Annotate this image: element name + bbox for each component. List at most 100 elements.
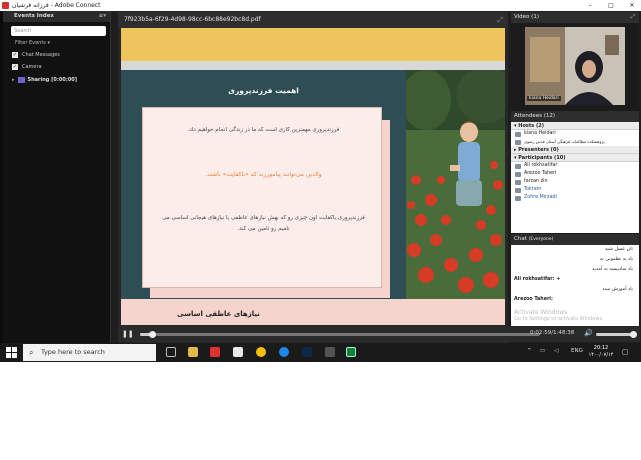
sharing-label: Sharing [0:00:00] xyxy=(27,77,78,83)
video-pod: Video (1) ⤢ kiana Heidari xyxy=(511,12,639,110)
app-icon[interactable] xyxy=(325,347,335,357)
chat-scope: (Everyone) xyxy=(528,237,554,242)
edge-icon[interactable] xyxy=(279,347,289,357)
attendee-row[interactable]: Zohre Mirzadi xyxy=(511,194,639,202)
attendees-list: ▾ Hosts (2) kiana Heidari پژوهشکده مطالع… xyxy=(511,122,639,233)
maximize-button[interactable]: □ xyxy=(604,0,618,11)
chrome-icon[interactable] xyxy=(256,347,266,357)
content-card xyxy=(142,107,382,288)
minimize-button[interactable]: – xyxy=(583,0,597,11)
acrobat-icon[interactable] xyxy=(210,347,220,357)
attendee-name: Zohre Mirzadi xyxy=(524,195,557,200)
chat-message: باد آموزش ببیند xyxy=(602,287,633,292)
notification-icon[interactable]: ▢ xyxy=(622,348,629,356)
windows-taskbar: ⌕ Type here to search ^ ▭ ◁ ENG 20:12 ۱۴… xyxy=(0,343,641,362)
attendee-name: farzan zin xyxy=(524,179,548,184)
windows-start-icon[interactable] xyxy=(6,347,17,358)
chat-message: Arezoo Taheri: xyxy=(514,297,553,302)
person-icon xyxy=(515,187,521,193)
taskbar-search-input[interactable]: ⌕ Type here to search xyxy=(23,344,156,361)
chat-messages-checkbox[interactable]: ✓ Chat Messages xyxy=(12,52,110,58)
slide-title: اهمیت فرزندپروری xyxy=(228,86,299,95)
attendee-row[interactable]: پژوهشکده مطالعات فرهنگی آستان قدس رضوی xyxy=(511,138,639,146)
video-pod-header: Video (1) ⤢ xyxy=(511,12,639,23)
playback-seek-bar[interactable] xyxy=(140,331,540,338)
adobe-connect-icon xyxy=(2,2,9,9)
person-icon xyxy=(515,139,521,145)
person-icon xyxy=(515,131,521,137)
events-index-pane: Events Index ≡▾ Search Filter Events ▾ ✓… xyxy=(3,11,111,343)
window-titlebar: فرزانه فرشیان - Adobe Connect – □ ✕ xyxy=(0,0,641,11)
person-icon xyxy=(515,171,521,177)
search-icon: ⌕ xyxy=(29,348,34,357)
attendee-row[interactable]: farzan zin xyxy=(511,178,639,186)
attendee-row[interactable]: Arezoo Taheri xyxy=(511,170,639,178)
hosts-section[interactable]: ▾ Hosts (2) xyxy=(511,122,639,130)
events-search-input[interactable]: Search xyxy=(11,26,106,36)
person-icon xyxy=(515,163,521,169)
fullscreen-icon[interactable]: ⤢ xyxy=(497,12,503,28)
fullscreen-icon[interactable]: ⤢ xyxy=(631,12,635,23)
person-icon xyxy=(515,195,521,201)
camera-checkbox[interactable]: ✓ Camera xyxy=(12,64,110,70)
volume-icon[interactable]: 🔊 xyxy=(584,329,593,337)
participants-label: Participants (10) xyxy=(518,155,566,161)
seek-handle[interactable] xyxy=(149,331,156,338)
chat-pod: Chat (Everyone) تان عسل شید باد یه نظمون… xyxy=(511,234,639,326)
slide-text-3: فرزندپروری باکفایت اون چیزی رو که بهش نی… xyxy=(162,215,365,232)
volume-handle[interactable] xyxy=(630,331,637,338)
attendees-pod-header: Attendees (12) xyxy=(511,111,639,122)
photoshop-icon[interactable] xyxy=(302,347,312,357)
window-title: فرزانه فرشیان - Adobe Connect xyxy=(12,2,101,9)
share-pod: 7f923b5a-6f29-4d98-98cc-6bc88e92bc8d.pdf… xyxy=(118,12,508,343)
document-filename: 7f923b5a-6f29-4d98-98cc-6bc88e92bc8d.pdf xyxy=(124,16,261,23)
events-index-title: Events Index xyxy=(14,13,54,19)
attendee-name: Arezoo Taheri xyxy=(524,171,557,176)
share-pod-header: 7f923b5a-6f29-4d98-98cc-6bc88e92bc8d.pdf… xyxy=(118,12,508,28)
volume-slider[interactable] xyxy=(596,333,634,336)
chat-title: Chat xyxy=(514,236,527,242)
language-indicator[interactable]: ENG xyxy=(571,348,583,354)
hosts-label: Hosts (2) xyxy=(518,123,545,129)
chat-message: باد سادپیسه به آمدید xyxy=(592,267,633,272)
video-count: (1) xyxy=(531,14,539,20)
video-caption: kiana Heidari xyxy=(527,96,561,101)
person-icon xyxy=(515,179,521,185)
task-view-icon[interactable] xyxy=(166,347,176,357)
chat-pod-header: Chat (Everyone) xyxy=(511,234,639,245)
attendee-row[interactable]: Ali rokhsatifar xyxy=(511,162,639,170)
network-icon[interactable]: ▭ xyxy=(540,348,545,354)
attendees-title: Attendees xyxy=(514,113,542,119)
slide-separator xyxy=(121,61,505,70)
sharing-event-item[interactable]: ▸ Sharing [0:00:00] xyxy=(12,77,110,83)
tray-arrow-icon[interactable]: ^ xyxy=(527,348,532,354)
attendee-row[interactable]: Toktam xyxy=(511,186,639,194)
notepad-icon[interactable] xyxy=(233,347,243,357)
close-button[interactable]: ✕ xyxy=(625,0,639,11)
expand-arrow-icon[interactable]: ▸ xyxy=(12,77,15,83)
clock-time: 20:12 xyxy=(593,345,609,351)
attendee-name: Toktam xyxy=(524,187,542,192)
events-menu-icon[interactable]: ≡▾ xyxy=(99,11,106,22)
right-pods: Video (1) ⤢ kiana Heidari Attendees (12)… xyxy=(511,12,639,326)
attendee-row[interactable]: kiana Heidari xyxy=(511,130,639,138)
chat-message: باد یه نظمونی به xyxy=(599,257,633,262)
file-explorer-icon[interactable] xyxy=(188,347,198,357)
filter-events-label: Filter Events xyxy=(15,40,46,46)
playback-bar: ❚❚ 0:02:59/1:48:38 🔊 xyxy=(118,326,640,342)
participants-section[interactable]: ▾ Participants (10) xyxy=(511,154,639,162)
pause-button[interactable]: ❚❚ xyxy=(122,330,134,338)
filter-events-dropdown[interactable]: Filter Events ▾ xyxy=(15,40,110,46)
webcam-video xyxy=(525,27,625,105)
attendee-name: Ali rokhsatifar xyxy=(524,163,558,168)
video-pod-title: Video xyxy=(514,14,530,20)
watermark-line-2: Go to Settings to activate Windows. xyxy=(514,316,604,322)
presenters-section[interactable]: ▸ Presenters (0) xyxy=(511,146,639,154)
camera-label: Camera xyxy=(22,64,42,70)
slide-text-1: فرزندپروری مهمترین کاری است که ما در زند… xyxy=(187,127,340,133)
speaker-icon[interactable]: ◁ xyxy=(554,348,558,354)
taskbar-clock[interactable]: 20:12 ۱۴۰۰/۰۷/۱۴ xyxy=(586,345,616,359)
adobe-connect-taskbar-icon[interactable] xyxy=(346,347,356,357)
pdf-slide: اهمیت فرزندپروری فرزندپروری مهمترین کاری… xyxy=(121,28,505,325)
taskbar-search-placeholder: Type here to search xyxy=(41,348,105,356)
